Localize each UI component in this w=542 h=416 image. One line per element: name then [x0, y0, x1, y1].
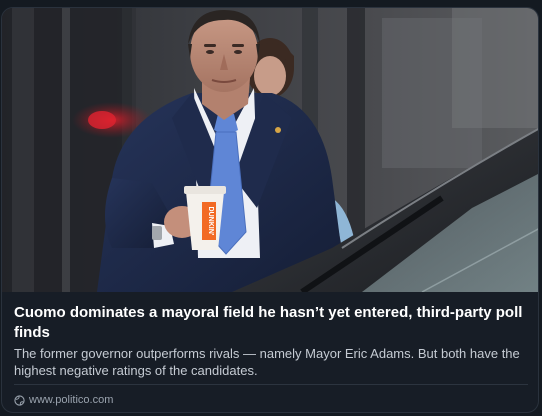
article-photo: DUNKIN': [2, 8, 538, 292]
article-thumbnail[interactable]: DUNKIN': [2, 8, 538, 292]
card-divider: [14, 384, 528, 385]
page: DUNKIN' Cuomo dominates a mayoral field …: [0, 0, 542, 416]
article-headline[interactable]: Cuomo dominates a mayoral field he hasn’…: [14, 303, 528, 343]
article-description: The former governor outperforms rivals —…: [14, 346, 520, 378]
globe-icon: [14, 394, 25, 406]
link-preview-card[interactable]: DUNKIN' Cuomo dominates a mayoral field …: [1, 7, 539, 413]
card-text-area: Cuomo dominates a mayoral field he hasn’…: [2, 292, 538, 412]
source-domain[interactable]: www.politico.com: [29, 394, 113, 406]
article-source[interactable]: www.politico.com: [14, 392, 113, 408]
cup-logo: DUNKIN': [207, 207, 214, 236]
